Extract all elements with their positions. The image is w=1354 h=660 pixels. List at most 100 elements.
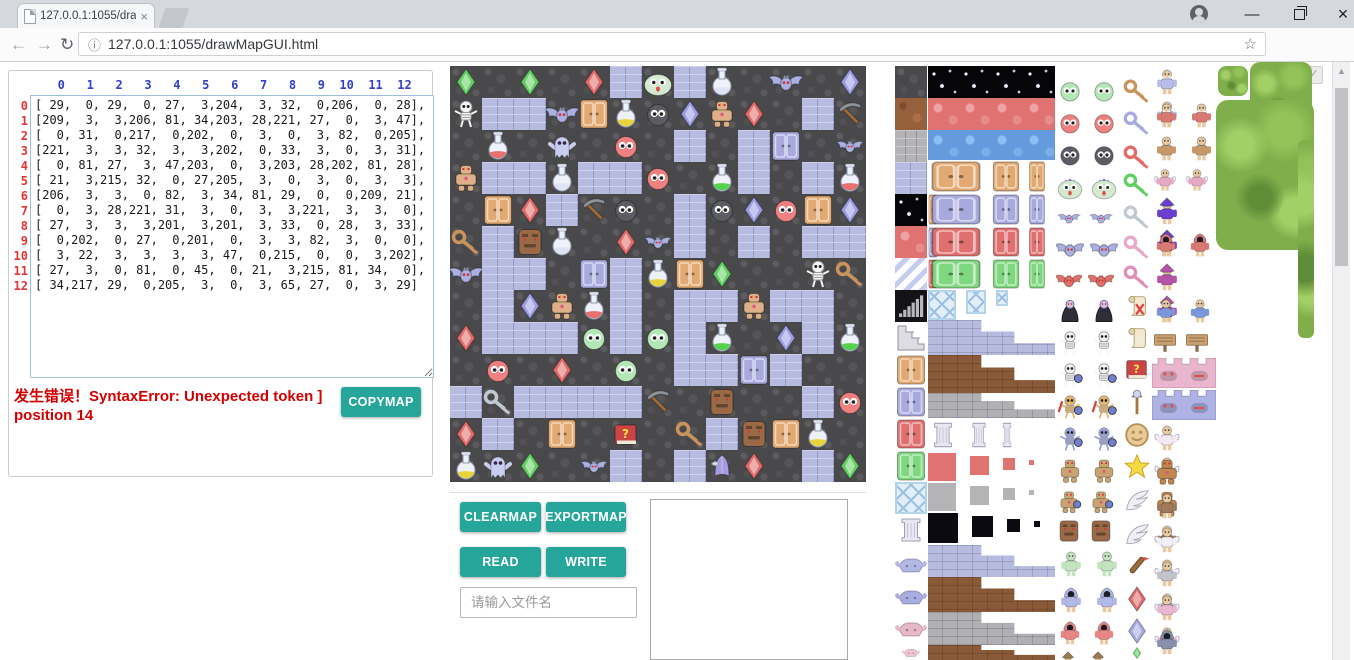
tileset-ice-tile[interactable] <box>895 482 927 514</box>
tileset-key-bronze[interactable] <box>1122 76 1152 106</box>
tileset-king-pair[interactable] <box>1152 262 1216 294</box>
tileset-hat-figure-pair[interactable] <box>1056 650 1126 660</box>
tileset-red-bat-pair[interactable] <box>1056 266 1126 294</box>
tileset-face-wall-pink[interactable] <box>1152 358 1216 388</box>
tileset-key-pink[interactable] <box>1122 232 1152 262</box>
tileset-fairy-pair[interactable] <box>1152 166 1216 194</box>
tileset-big-water[interactable] <box>928 130 1055 160</box>
tileset-steps-tile[interactable] <box>895 322 927 354</box>
tileset-gingerbread-pair[interactable] <box>1152 456 1216 488</box>
tileset-key-ornate-pink[interactable] <box>1122 262 1152 292</box>
tileset-key-silver[interactable] <box>1122 202 1152 232</box>
tileset-pillars-row[interactable] <box>928 418 1055 452</box>
tileset-wing-white[interactable] <box>1122 486 1152 516</box>
tileset-big-bat-pair[interactable] <box>1056 234 1126 264</box>
tileset-wall-cascade-lavender-2[interactable] <box>928 545 1055 577</box>
tileset-scroll-red-ribbon[interactable] <box>1122 292 1152 322</box>
tileset-pillar-tile[interactable] <box>895 514 927 546</box>
tileset-oldman-pair[interactable] <box>1152 66 1216 98</box>
tileset-big-starfield[interactable] <box>928 66 1055 98</box>
tileset-terrain-brick[interactable] <box>895 162 927 194</box>
tileset-wall-cascade-brown-3[interactable] <box>928 645 1055 660</box>
tileset-staff[interactable] <box>1122 386 1152 418</box>
tileset-rubble-pink[interactable] <box>895 610 927 642</box>
tileset-scroll-tan[interactable] <box>1122 324 1152 354</box>
tileset-princess-pair[interactable] <box>1152 422 1216 454</box>
tileset-doors-row-green[interactable] <box>928 258 1055 290</box>
tileset-angel-pair[interactable] <box>1152 524 1216 556</box>
tileset-tiki-head-pair[interactable] <box>1056 517 1126 545</box>
tileset-club-flag[interactable] <box>1122 552 1152 582</box>
tileset-zombie-pair[interactable] <box>1056 548 1126 580</box>
tileset-small-bat-pair[interactable] <box>1056 204 1126 232</box>
tileset-key-violet[interactable] <box>1122 108 1152 138</box>
tileset-boy-pair[interactable] <box>1152 296 1216 326</box>
tileset-sizes-red[interactable] <box>928 452 1055 482</box>
page-scrollbar[interactable]: ▲ <box>1332 62 1350 660</box>
tileset-rubble-lavender[interactable] <box>895 546 927 578</box>
tileset-golem-shield-pair[interactable] <box>1056 488 1126 516</box>
close-button[interactable]: × <box>1328 0 1354 28</box>
tileset-medallion[interactable] <box>1122 420 1152 450</box>
tileset-terrain-diagonal[interactable] <box>895 258 927 290</box>
tileset-door-red-tile[interactable] <box>895 418 927 450</box>
tileset-tree-strip[interactable] <box>1298 140 1314 338</box>
tileset-wall-cascade-gray[interactable] <box>928 393 1055 418</box>
tileset-hooded-ghost-blue-pair[interactable] <box>1056 584 1126 616</box>
tileset-ice-row[interactable] <box>928 290 1055 320</box>
tileset-sign-pair[interactable] <box>1152 328 1216 356</box>
tileset-gray-figure-pair[interactable] <box>1152 558 1216 590</box>
tileset-skeleton-shield-pair[interactable] <box>1056 360 1126 390</box>
tileset-terrain-dirt[interactable] <box>895 98 927 130</box>
tileset-brawler-pair[interactable] <box>1152 133 1216 164</box>
tileset-rubble-rose[interactable] <box>895 642 927 660</box>
tileset-key-red[interactable] <box>1122 142 1152 172</box>
tileset-rubble-violet[interactable] <box>895 578 927 610</box>
tileset-gem-violet-large[interactable] <box>1122 616 1152 646</box>
tileset-key-green[interactable] <box>1122 170 1152 200</box>
tileset-doors-row-red[interactable] <box>928 226 1055 258</box>
tileset-tree-bush[interactable] <box>1218 66 1248 96</box>
tileset-stairs-dark-tile[interactable] <box>895 290 927 322</box>
tileset-pink-fairy-pair[interactable] <box>1152 592 1216 624</box>
tileset-terrain-cobble[interactable] <box>895 66 927 98</box>
tileset-wall-cascade-brown-2[interactable] <box>928 577 1055 612</box>
tileset-wall-cascade-gray-2[interactable] <box>928 612 1055 645</box>
tileset-skeleton-orange-pair[interactable] <box>1056 392 1126 422</box>
tileset-door-violet-tile[interactable] <box>895 386 927 418</box>
tileset-vampire-pair[interactable] <box>1056 296 1126 326</box>
tileset-skeleton-armored-pair[interactable] <box>1056 424 1126 454</box>
tileset-bear-pair[interactable] <box>1152 490 1216 522</box>
tileset-big-slime-pair[interactable] <box>1056 172 1126 202</box>
tileset-doors-row-orange[interactable] <box>928 160 1055 193</box>
tileset-gem-red-large[interactable] <box>1122 584 1152 614</box>
tileset-big-redstone[interactable] <box>928 98 1055 130</box>
tileset-reaper-pair[interactable] <box>1152 230 1216 260</box>
tileset-sizes-gray[interactable] <box>928 482 1055 512</box>
tileset-terrain-redstone[interactable] <box>895 226 927 258</box>
tileset-door-orange-tile[interactable] <box>895 354 927 386</box>
tileset-red-slime-pair[interactable] <box>1056 108 1126 138</box>
tileset-dark-figure-pair[interactable] <box>1152 626 1216 658</box>
tileset-star-yellow[interactable] <box>1122 452 1152 482</box>
tileset-wall-cascade-lavender[interactable] <box>928 320 1055 355</box>
tileset-sizes-black[interactable] <box>928 512 1055 545</box>
tileset-green-slime-pair[interactable] <box>1056 76 1126 106</box>
tileset-terrain-starfield[interactable] <box>895 194 927 226</box>
tileset-wing-silver[interactable] <box>1122 520 1152 550</box>
tileset-wizard-pair[interactable] <box>1152 196 1216 228</box>
tileset-skeleton-pair[interactable] <box>1056 328 1126 358</box>
tileset-doors-row-violet[interactable] <box>928 193 1055 226</box>
tileset-wall-cascade-brown[interactable] <box>928 355 1055 393</box>
tileset-dwarf-pair[interactable] <box>1152 100 1216 131</box>
tileset-mummy-pair[interactable] <box>1056 456 1126 486</box>
scroll-up-icon[interactable]: ▲ <box>1333 66 1350 76</box>
tileset-face-wall-violet[interactable] <box>1152 390 1216 420</box>
tileset-terrain-stone[interactable] <box>895 130 927 162</box>
tileset-dark-slime-pair[interactable] <box>1056 140 1126 170</box>
scrollbar-thumb[interactable] <box>1335 88 1348 266</box>
tileset-hooded-ghost-red-pair[interactable] <box>1056 618 1126 648</box>
tileset-door-green-tile[interactable] <box>895 450 927 482</box>
tileset-book-red[interactable]: ? <box>1122 354 1152 384</box>
tileset-gem-green-large[interactable] <box>1122 646 1152 660</box>
